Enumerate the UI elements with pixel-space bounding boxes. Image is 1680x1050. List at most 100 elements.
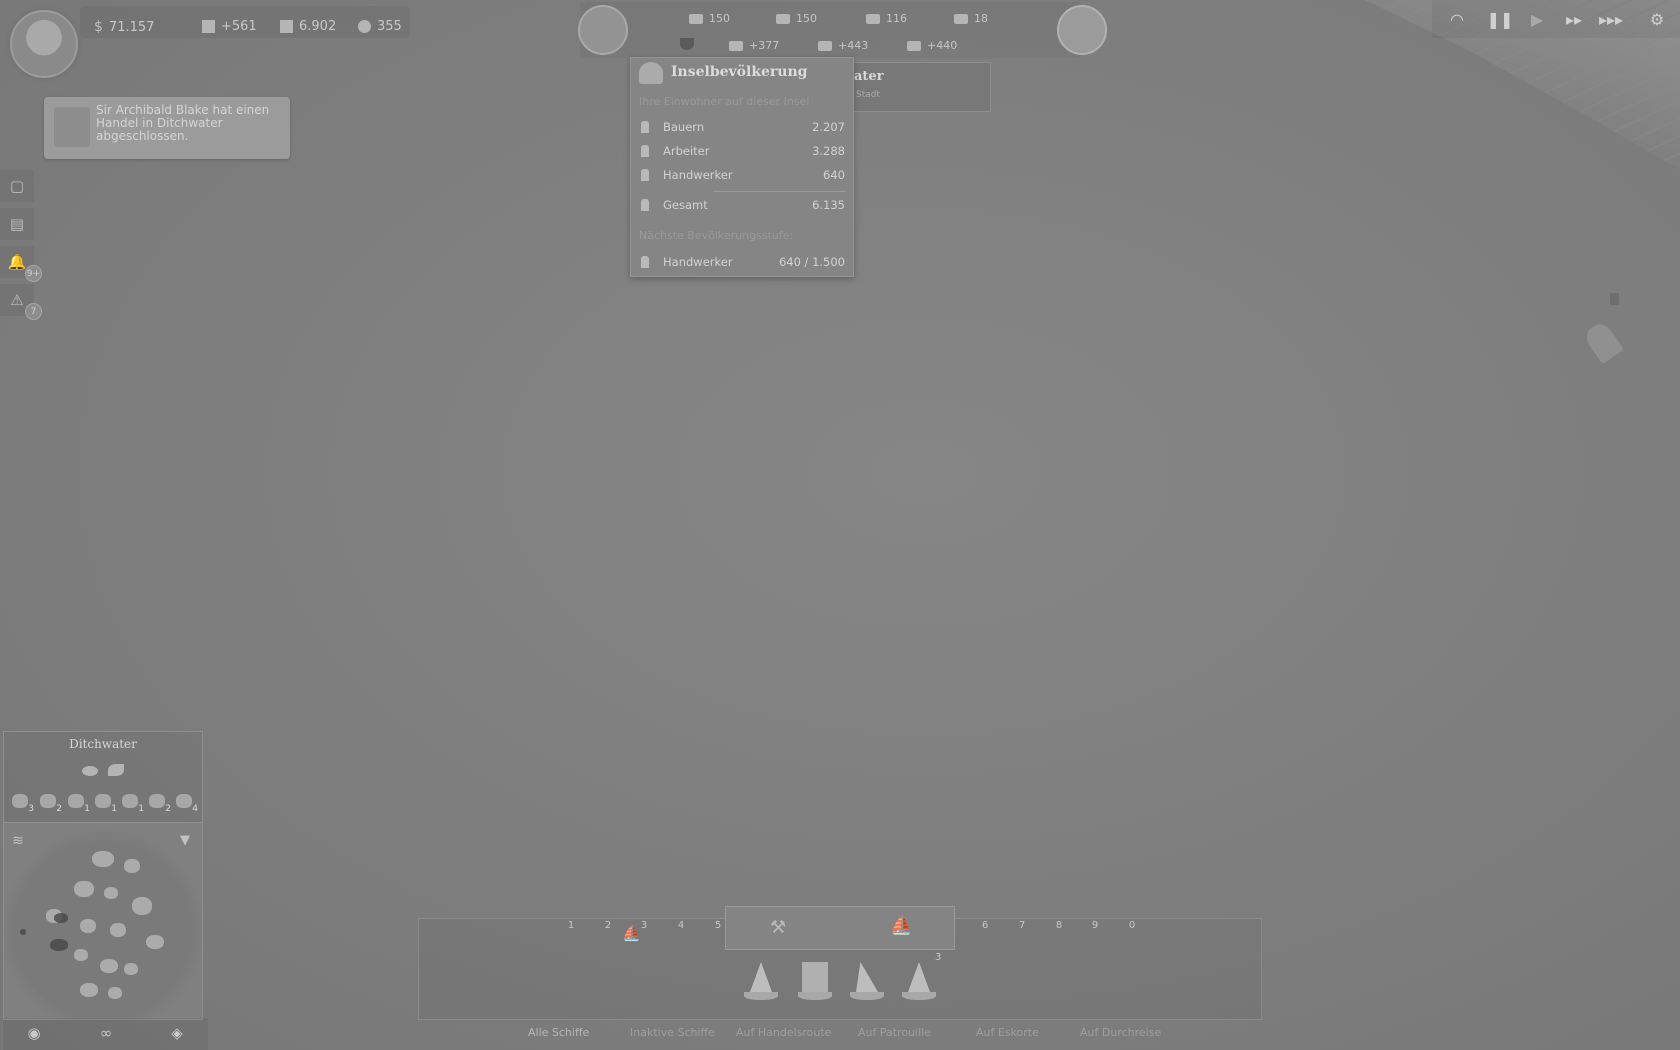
artisan-icon [641, 256, 649, 268]
filter-icon[interactable]: ▼ [180, 833, 194, 848]
tab-inactive-ships[interactable]: Inaktive Schiffe [630, 1026, 715, 1039]
player-avatar[interactable] [10, 10, 78, 78]
city-overview-icon[interactable] [1057, 5, 1107, 55]
governor-portrait[interactable] [578, 5, 628, 55]
trade-notification[interactable]: Sir Archibald Blake hat einen Handel in … [44, 97, 290, 159]
good-count: 3 [28, 804, 34, 814]
hotkey-slot[interactable]: 6 [975, 920, 995, 931]
gear-icon: ⚙ [1649, 9, 1665, 29]
good-slot[interactable]: 1 [93, 792, 117, 814]
worker-icon [641, 145, 649, 157]
hotkey-slot[interactable]: 4 [671, 920, 691, 931]
hotkey-slot[interactable]: 2 [598, 920, 618, 931]
good-count: 2 [165, 804, 171, 814]
play-button[interactable]: ▶ [1522, 6, 1552, 32]
population-row-artisans: Handwerker 640 [639, 166, 845, 184]
cart-resource[interactable]: +440 [907, 39, 957, 52]
explore-button[interactable]: ∞ [95, 1024, 117, 1044]
statistics-button[interactable]: ◈ [166, 1024, 188, 1044]
tools-value: +377 [749, 39, 780, 52]
fertility-icon [108, 764, 124, 776]
artisan-icon [641, 169, 649, 181]
island-goods-panel[interactable]: Ditchwater 3 2 1 1 1 2 4 [3, 731, 203, 823]
hammer-value: +443 [838, 39, 869, 52]
notifications-button[interactable]: 🔔 9+ [0, 246, 42, 282]
income-value: +561 [221, 19, 257, 34]
good-slot[interactable]: 1 [120, 792, 144, 814]
hotkey-slot[interactable]: 5 [708, 920, 728, 931]
tooltip-hint: Ihre Einwohner auf dieser Insel [639, 95, 810, 108]
ship-slot-icon[interactable]: ⛵ [622, 924, 644, 944]
tools-icon [729, 40, 743, 51]
tab-escort[interactable]: Auf Eskorte [976, 1026, 1039, 1039]
money-stat[interactable]: $ 71.157 [94, 19, 154, 35]
ship-icon[interactable] [900, 962, 938, 1002]
hotkey-slot[interactable]: 9 [1085, 920, 1105, 931]
steel-beams-icon [866, 13, 880, 24]
row-label: Gesamt [663, 198, 708, 212]
hotkey-slot[interactable]: 7 [1012, 920, 1032, 931]
ship-icon: ⛵ [890, 915, 913, 936]
minimap-tools: ◉ ∞ ◈ [3, 1018, 208, 1050]
windows-resource[interactable]: 18 [954, 12, 988, 25]
world-map-button[interactable]: ◉ [23, 1024, 45, 1044]
minimap[interactable]: ≋ ▼ [3, 822, 203, 1020]
tab-construction[interactable]: ⚒ [770, 917, 786, 938]
play-icon: ▶ [1530, 9, 1544, 29]
tab-trade-route[interactable]: Auf Handelsroute [736, 1026, 831, 1039]
good-count: 4 [192, 804, 198, 814]
ship-icon[interactable] [742, 962, 780, 1002]
tools-resource[interactable]: +377 [729, 39, 779, 52]
tab-all-ships[interactable]: Alle Schiffe [528, 1026, 589, 1039]
network-button[interactable]: ◠ [1442, 6, 1472, 32]
influence-icon [358, 20, 371, 33]
fast-forward-button[interactable]: ▸▸ [1559, 6, 1589, 32]
money-value: 71.157 [108, 19, 155, 35]
good-slot[interactable]: 3 [10, 792, 34, 814]
ship-icon[interactable] [796, 962, 834, 1002]
map-ship[interactable] [1582, 319, 1624, 365]
next-tier-hint: Nächste Bevölkerungsstufe: [639, 229, 794, 242]
tab-ships[interactable]: ⛵ [890, 915, 912, 936]
quest-book-button[interactable]: ▢ [0, 170, 34, 202]
good-slot[interactable]: 1 [66, 792, 90, 814]
steel-beams-resource[interactable]: 116 [866, 12, 907, 25]
newspaper-button[interactable]: ▤ [0, 208, 34, 240]
hotkey-slot[interactable]: 0 [1122, 920, 1142, 931]
top-stats-bar: $ 71.157 +561 6.902 355 [80, 6, 410, 38]
shield-icon[interactable] [680, 38, 694, 50]
warnings-button[interactable]: ⚠ 7 [0, 284, 42, 320]
influence-stat[interactable]: 355 [358, 19, 402, 34]
buoy-marker-icon[interactable] [1610, 293, 1619, 305]
binoculars-icon: ∞ [99, 1024, 113, 1042]
steel-beams-value: 116 [886, 12, 907, 25]
good-slot[interactable]: 2 [147, 792, 171, 814]
hammer-resource[interactable]: +443 [818, 39, 868, 52]
row-value: 6.135 [812, 198, 845, 212]
bell-icon: 🔔 [7, 253, 27, 271]
pause-button[interactable]: ❚❚ [1485, 6, 1515, 32]
ship-icon[interactable] [848, 962, 886, 1002]
hotkey-slot[interactable]: 8 [1049, 920, 1069, 931]
tab-patrol[interactable]: Auf Patrouille [858, 1026, 931, 1039]
timber-resource[interactable]: 150 [689, 12, 730, 25]
sausage-icon [176, 794, 192, 808]
crossed-tools-icon: ⚒ [770, 917, 787, 938]
globe-icon: ◉ [27, 1024, 41, 1042]
bricks-resource[interactable]: 150 [776, 12, 817, 25]
island-panel-title: ater [854, 69, 884, 84]
hotkey-slot[interactable]: 1 [561, 920, 581, 931]
population-row-workers: Arbeiter 3.288 [639, 142, 845, 160]
tab-transit[interactable]: Auf Durchreise [1080, 1026, 1161, 1039]
fastest-button[interactable]: ▸▸▸ [1596, 6, 1626, 32]
good-slot[interactable]: 4 [174, 792, 198, 814]
island-info-panel[interactable]: ater Stadt [853, 62, 991, 112]
wheat-icon [40, 794, 56, 808]
region-icon[interactable]: ≋ [12, 833, 40, 851]
population-stat[interactable]: 6.902 [280, 19, 336, 34]
income-stat[interactable]: +561 [202, 19, 257, 34]
fast-forward-icon: ▸▸ [1565, 9, 1583, 29]
good-slot[interactable]: 2 [38, 792, 62, 814]
settings-button[interactable]: ⚙ [1642, 6, 1672, 32]
population-value: 6.902 [299, 19, 337, 34]
